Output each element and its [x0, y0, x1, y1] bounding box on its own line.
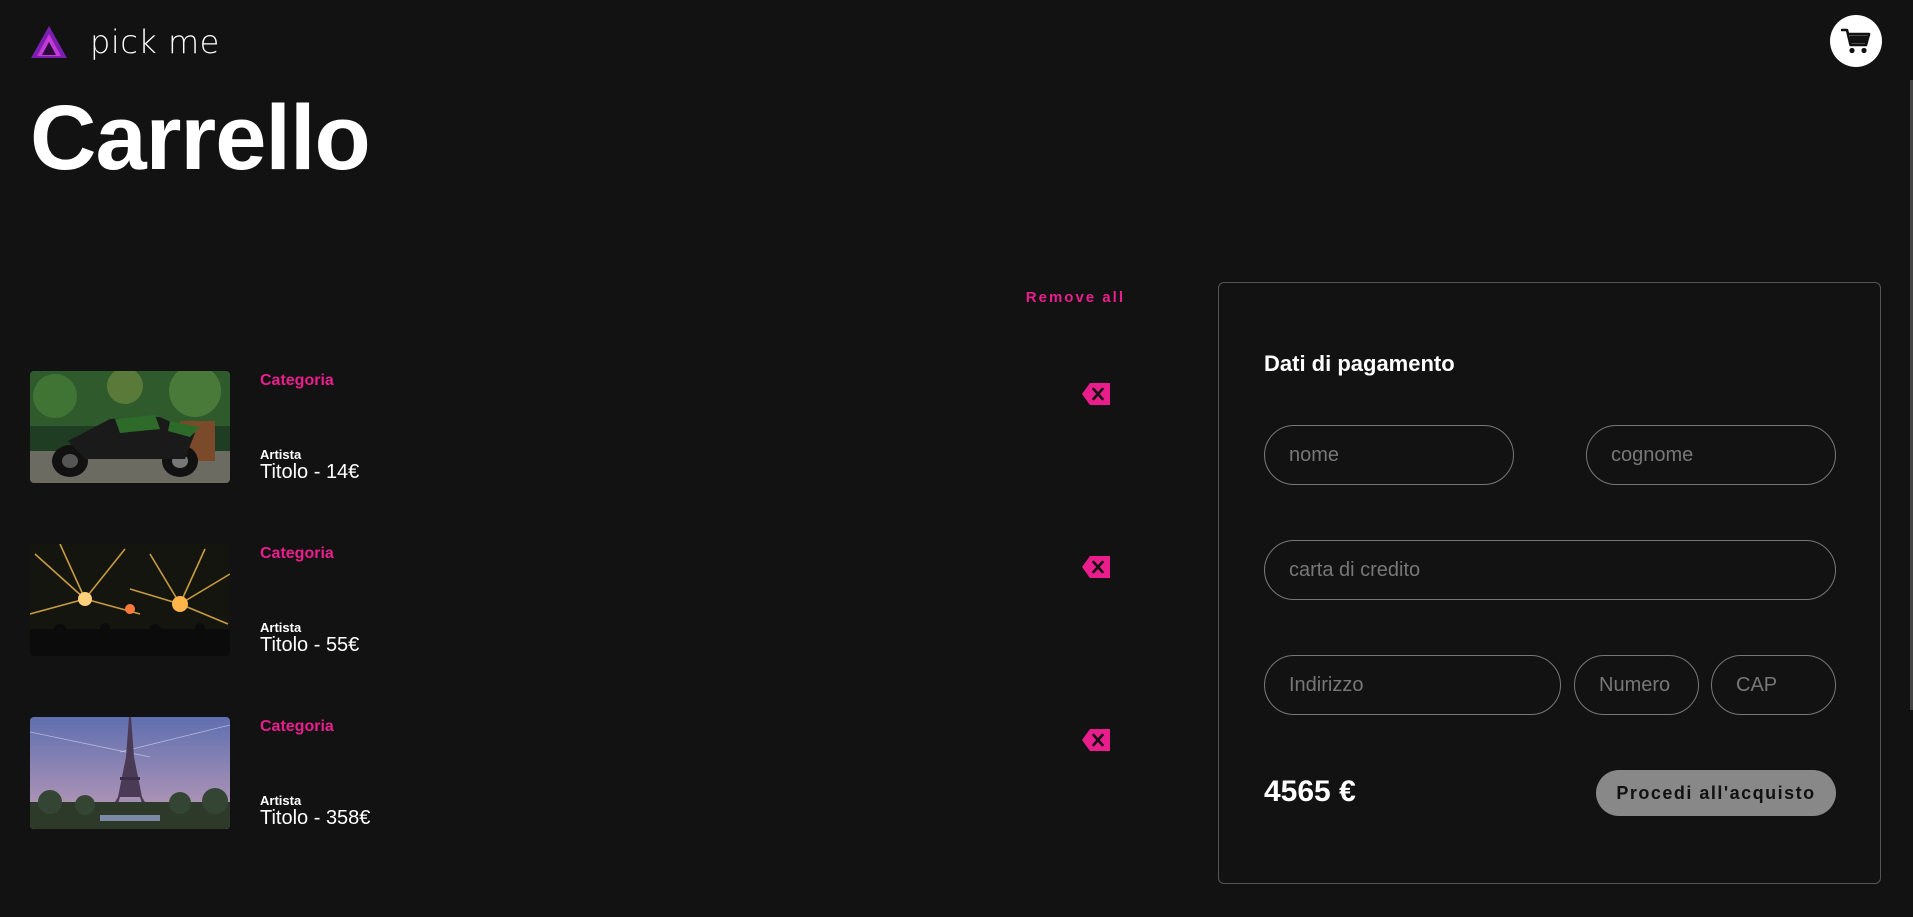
motorcycle-photo [30, 371, 230, 483]
street-number-input[interactable] [1574, 655, 1699, 715]
item-title: Titolo - 55€ [260, 634, 360, 656]
item-category[interactable]: Categoria [260, 372, 334, 390]
logo-icon [31, 26, 67, 58]
address-input[interactable] [1264, 655, 1561, 715]
backspace-icon[interactable] [1082, 383, 1110, 405]
last-name-input[interactable] [1586, 425, 1836, 485]
item-category[interactable]: Categoria [260, 718, 334, 736]
credit-card-input[interactable] [1264, 540, 1836, 600]
cart-item: Categoria Artista Titolo - 358€ [30, 717, 1110, 829]
order-total: 4565 € [1264, 775, 1356, 808]
concert-lights-photo [30, 544, 230, 656]
checkout-button[interactable]: Procedi all'acquisto [1596, 770, 1836, 816]
page-title: Carrello [30, 87, 371, 189]
item-category[interactable]: Categoria [260, 545, 334, 563]
brand-logo[interactable]: pick me [30, 23, 220, 61]
backspace-icon[interactable] [1082, 729, 1110, 751]
cart-item: Categoria Artista Titolo - 55€ [30, 544, 1110, 656]
payment-panel: Dati di pagamento 4565 € Procedi all'acq… [1218, 282, 1881, 884]
item-artist: Artista [260, 620, 302, 635]
brand-name: pick me [90, 23, 220, 61]
first-name-input[interactable] [1264, 425, 1514, 485]
item-title: Titolo - 358€ [260, 807, 371, 829]
postal-code-input[interactable] [1711, 655, 1836, 715]
item-artist: Artista [260, 447, 302, 462]
backspace-icon[interactable] [1082, 556, 1110, 578]
cart-item: Categoria Artista Titolo - 14€ [30, 371, 1110, 483]
cart-button[interactable] [1830, 15, 1882, 67]
remove-all-button[interactable]: Remove all [1026, 289, 1125, 306]
eiffel-tower-photo [30, 717, 230, 829]
cart-icon [1841, 28, 1871, 54]
item-title: Titolo - 14€ [260, 461, 360, 483]
item-artist: Artista [260, 793, 302, 808]
payment-title: Dati di pagamento [1264, 351, 1455, 376]
